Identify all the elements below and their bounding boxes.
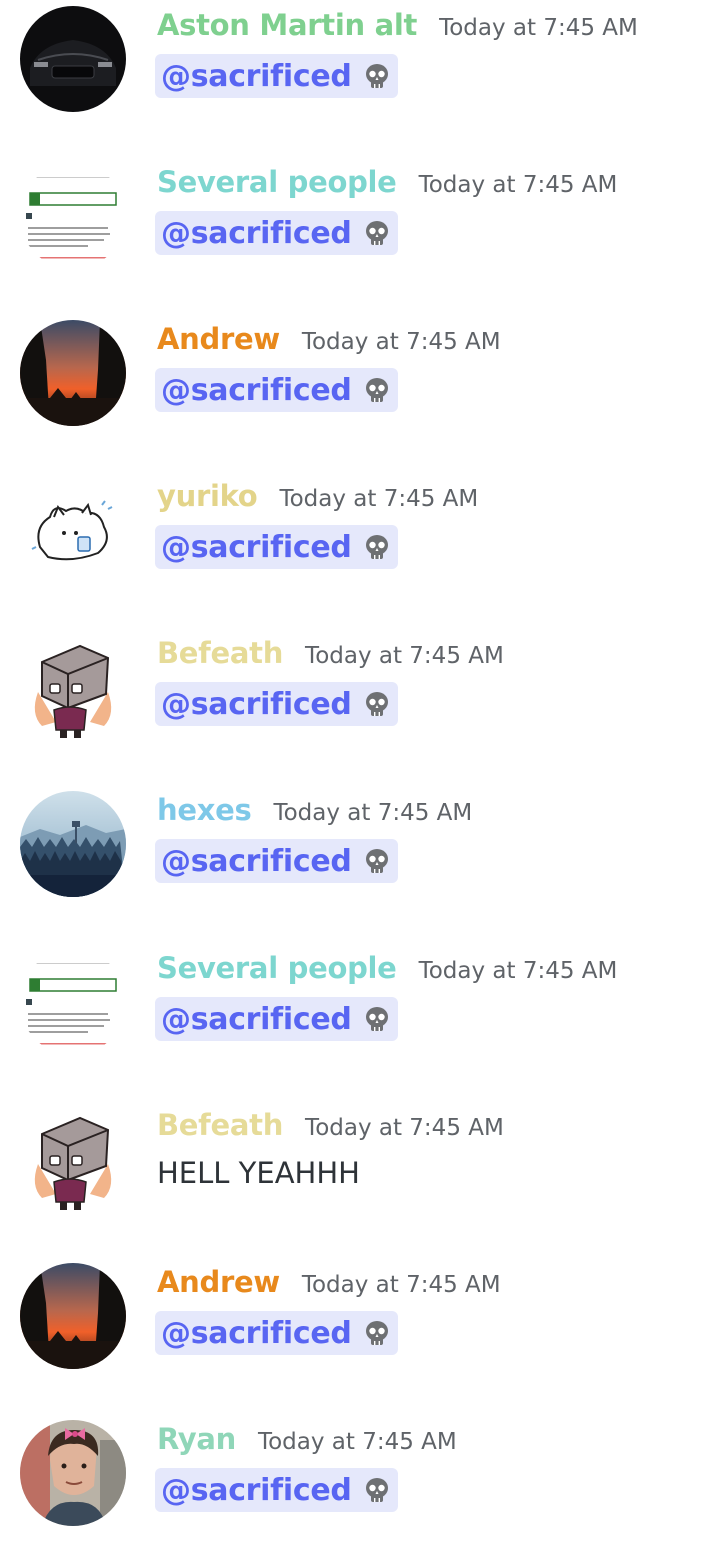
message: Ryan Today at 7:45 AM @sacrificed bbox=[0, 1414, 704, 1564]
timestamp: Today at 7:45 AM bbox=[301, 1272, 501, 1298]
author-name[interactable]: Several people bbox=[157, 951, 397, 985]
skull-icon bbox=[362, 846, 392, 876]
message: Aston Martin alt Today at 7:45 AM @sacri… bbox=[0, 0, 704, 150]
timestamp: Today at 7:45 AM bbox=[418, 958, 618, 984]
avatar[interactable] bbox=[20, 1106, 126, 1212]
timestamp: Today at 7:45 AM bbox=[301, 329, 501, 355]
mention-text: @sacrificed bbox=[161, 372, 352, 408]
mention-pill[interactable]: @sacrificed bbox=[155, 839, 398, 883]
skull-icon bbox=[362, 532, 392, 562]
message: Befeath Today at 7:45 AM HELL YEAHHH bbox=[0, 1100, 704, 1250]
avatar[interactable] bbox=[20, 163, 126, 269]
mention-pill[interactable]: @sacrificed bbox=[155, 368, 398, 412]
skull-icon bbox=[362, 218, 392, 248]
message: Andrew Today at 7:45 AM @sacrificed bbox=[0, 1257, 704, 1407]
timestamp: Today at 7:45 AM bbox=[439, 15, 638, 41]
mention-text: @sacrificed bbox=[161, 1001, 352, 1037]
author-name[interactable]: Andrew bbox=[157, 322, 280, 356]
mention-pill[interactable]: @sacrificed bbox=[155, 525, 398, 569]
message-text: HELL YEAHHH bbox=[157, 1156, 360, 1190]
avatar[interactable] bbox=[20, 6, 126, 112]
avatar[interactable] bbox=[20, 634, 126, 740]
mention-pill[interactable]: @sacrificed bbox=[155, 997, 398, 1041]
timestamp: Today at 7:45 AM bbox=[305, 643, 504, 669]
mention-text: @sacrificed bbox=[161, 1472, 352, 1508]
avatar[interactable] bbox=[20, 477, 126, 583]
author-name[interactable]: Andrew bbox=[157, 1265, 280, 1299]
mention-pill[interactable]: @sacrificed bbox=[155, 1311, 398, 1355]
message: Befeath Today at 7:45 AM @sacrificed bbox=[0, 628, 704, 778]
skull-icon bbox=[362, 1318, 392, 1348]
mention-pill[interactable]: @sacrificed bbox=[155, 54, 398, 98]
skull-icon bbox=[362, 689, 392, 719]
skull-icon bbox=[362, 1004, 392, 1034]
author-name[interactable]: Aston Martin alt bbox=[157, 8, 417, 42]
skull-icon bbox=[362, 1475, 392, 1505]
mention-text: @sacrificed bbox=[161, 686, 352, 722]
skull-icon bbox=[362, 375, 392, 405]
author-name[interactable]: yuriko bbox=[157, 479, 258, 513]
timestamp: Today at 7:45 AM bbox=[418, 172, 618, 198]
author-name[interactable]: hexes bbox=[157, 793, 252, 827]
avatar[interactable] bbox=[20, 1420, 126, 1526]
mention-text: @sacrificed bbox=[161, 529, 352, 565]
message: hexes Today at 7:45 AM @sacrificed bbox=[0, 785, 704, 935]
author-name[interactable]: Several people bbox=[157, 165, 397, 199]
skull-icon bbox=[362, 61, 392, 91]
mention-text: @sacrificed bbox=[161, 843, 352, 879]
author-name[interactable]: Befeath bbox=[157, 636, 283, 670]
author-name[interactable]: Befeath bbox=[157, 1108, 283, 1142]
message: Andrew Today at 7:45 AM @sacrificed bbox=[0, 314, 704, 464]
timestamp: Today at 7:45 AM bbox=[305, 1115, 504, 1141]
avatar[interactable] bbox=[20, 949, 126, 1055]
message: Several people Today at 7:45 AM @sacrifi… bbox=[0, 157, 704, 307]
avatar[interactable] bbox=[20, 791, 126, 897]
author-name[interactable]: Ryan bbox=[157, 1422, 236, 1456]
mention-pill[interactable]: @sacrificed bbox=[155, 682, 398, 726]
timestamp: Today at 7:45 AM bbox=[273, 800, 473, 826]
avatar[interactable] bbox=[20, 320, 126, 426]
mention-text: @sacrificed bbox=[161, 1315, 352, 1351]
message-feed: Aston Martin alt Today at 7:45 AM @sacri… bbox=[0, 0, 704, 1540]
mention-text: @sacrificed bbox=[161, 58, 352, 94]
message: Several people Today at 7:45 AM @sacrifi… bbox=[0, 943, 704, 1093]
mention-pill[interactable]: @sacrificed bbox=[155, 1468, 398, 1512]
avatar[interactable] bbox=[20, 1263, 126, 1369]
mention-pill[interactable]: @sacrificed bbox=[155, 211, 398, 255]
timestamp: Today at 7:45 AM bbox=[279, 486, 479, 512]
mention-text: @sacrificed bbox=[161, 215, 352, 251]
timestamp: Today at 7:45 AM bbox=[257, 1429, 457, 1455]
message: yuriko Today at 7:45 AM @sacrificed bbox=[0, 471, 704, 621]
